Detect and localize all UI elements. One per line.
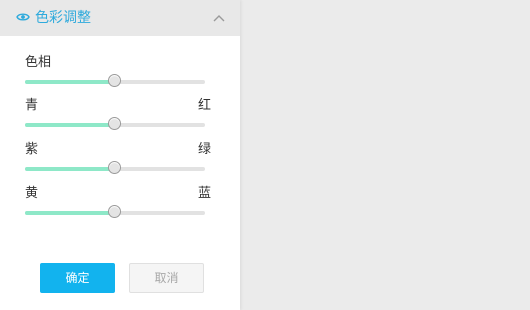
slider-cyan-red-thumb[interactable] xyxy=(108,117,121,130)
color-adjust-panel: 色彩调整 色相 青 红 紫 绿 黄 蓝 确定 取消 xyxy=(0,0,240,310)
slider-magenta-label: 紫 xyxy=(25,142,39,157)
slider-magenta-green: 紫 绿 xyxy=(25,142,211,178)
slider-hue-fill xyxy=(25,80,115,84)
slider-magenta-green-track[interactable] xyxy=(25,161,205,174)
slider-yellow-blue-fill xyxy=(25,211,115,215)
slider-blue-label: 蓝 xyxy=(197,186,211,201)
eye-icon xyxy=(16,13,30,21)
slider-hue-track[interactable] xyxy=(25,74,205,87)
slider-hue-label: 色相 xyxy=(25,55,52,70)
slider-green-label: 绿 xyxy=(197,142,211,157)
panel-title: 色彩调整 xyxy=(35,10,91,26)
cancel-button[interactable]: 取消 xyxy=(129,263,204,293)
slider-cyan-label: 青 xyxy=(25,98,39,113)
slider-hue: 色相 xyxy=(25,55,211,91)
slider-cyan-red-track[interactable] xyxy=(25,117,205,130)
confirm-button[interactable]: 确定 xyxy=(40,263,115,293)
slider-yellow-label: 黄 xyxy=(25,186,39,201)
slider-red-label: 红 xyxy=(197,98,211,113)
slider-cyan-red: 青 红 xyxy=(25,98,211,134)
slider-magenta-green-thumb[interactable] xyxy=(108,161,121,174)
slider-hue-thumb[interactable] xyxy=(108,74,121,87)
slider-yellow-blue: 黄 蓝 xyxy=(25,186,211,222)
slider-yellow-blue-track[interactable] xyxy=(25,205,205,218)
slider-yellow-blue-thumb[interactable] xyxy=(108,205,121,218)
slider-magenta-green-fill xyxy=(25,167,115,171)
slider-cyan-red-fill xyxy=(25,123,115,127)
chevron-up-icon[interactable] xyxy=(211,11,227,25)
panel-header[interactable]: 色彩调整 xyxy=(0,0,240,36)
